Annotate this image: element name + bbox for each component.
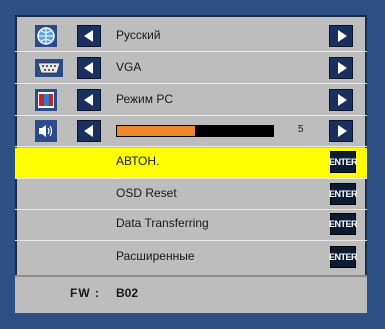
volume-value: 5	[298, 124, 304, 135]
auto-adjust-enter-button[interactable]: ENTER	[329, 151, 358, 173]
speaker-icon	[35, 120, 57, 142]
globe-icon	[35, 25, 57, 47]
divider	[15, 115, 367, 116]
osd-reset-enter-button[interactable]: ENTER	[329, 183, 358, 205]
display-mode-row[interactable]: Режим PC	[15, 86, 367, 116]
mode-prev-button[interactable]	[77, 89, 101, 111]
advanced-enter-button[interactable]: ENTER	[329, 246, 358, 268]
volume-slider[interactable]	[116, 125, 274, 137]
divider	[15, 51, 367, 52]
divider	[15, 146, 367, 147]
volume-row[interactable]: 5	[15, 117, 367, 147]
advanced-label: Расширенные	[116, 249, 195, 263]
data-transferring-label: Data Transferring	[116, 216, 209, 230]
auto-adjust-label: АВТОН.	[116, 154, 160, 168]
divider	[15, 240, 367, 241]
firmware-footer: FW : B02	[15, 277, 367, 313]
display-mode-icon	[35, 89, 57, 111]
osd-reset-row[interactable]: OSD Reset ENTER	[15, 180, 367, 210]
data-transferring-row[interactable]: Data Transferring ENTER	[15, 210, 367, 240]
input-prev-button[interactable]	[77, 57, 101, 79]
language-value: Русский	[116, 28, 161, 42]
osd-reset-label: OSD Reset	[116, 186, 177, 200]
divider	[15, 178, 367, 179]
advanced-row[interactable]: Расширенные ENTER	[15, 243, 367, 273]
divider	[15, 83, 367, 84]
firmware-label: FW :	[70, 286, 100, 300]
auto-adjust-row[interactable]: АВТОН. ENTER	[15, 148, 367, 178]
data-transferring-enter-button[interactable]: ENTER	[329, 213, 358, 235]
input-next-button[interactable]	[329, 57, 353, 79]
osd-background: Русский VGA Режим PC 5 АВТОН. ENTER OSD …	[0, 0, 385, 329]
display-mode-value: Режим PC	[116, 92, 173, 106]
input-source-row[interactable]: VGA	[15, 54, 367, 84]
volume-increase-button[interactable]	[329, 120, 353, 142]
language-prev-button[interactable]	[77, 25, 101, 47]
input-source-value: VGA	[116, 60, 142, 74]
firmware-version: B02	[116, 286, 139, 300]
language-row[interactable]: Русский	[15, 22, 367, 52]
volume-decrease-button[interactable]	[77, 120, 101, 142]
vga-connector-icon	[35, 57, 63, 79]
language-next-button[interactable]	[329, 25, 353, 47]
mode-next-button[interactable]	[329, 89, 353, 111]
volume-slider-fill	[117, 126, 195, 136]
